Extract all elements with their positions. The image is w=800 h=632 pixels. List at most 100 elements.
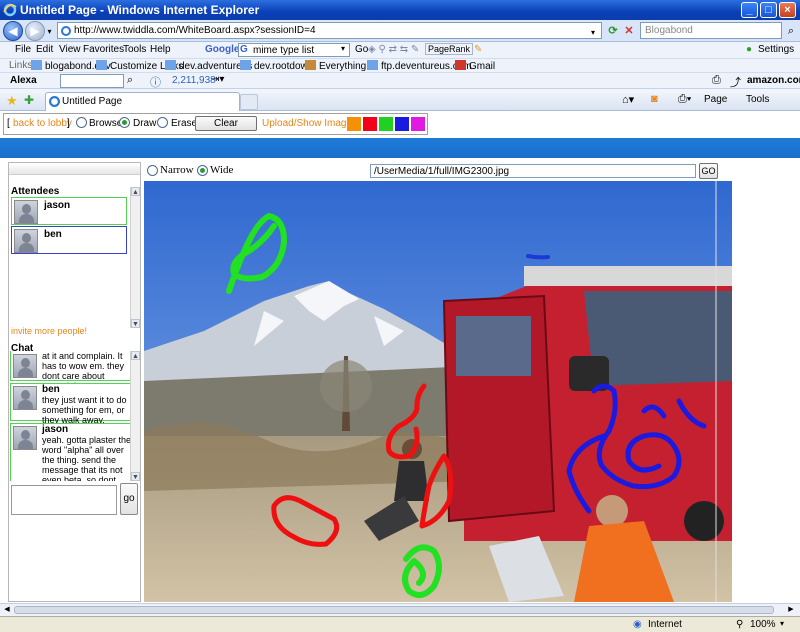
share-icon[interactable]: ⤴ (730, 74, 741, 90)
link-dev-rootdown[interactable]: dev.rootdown (240, 60, 313, 72)
scroll-right-icon[interactable]: ▶ (786, 605, 796, 615)
alexa-search-icon[interactable]: ⌕ (127, 74, 133, 87)
search-box[interactable]: Blogabond (640, 22, 782, 39)
scroll-left-icon[interactable]: ◀ (2, 605, 12, 615)
alexa-search-input[interactable] (60, 74, 124, 88)
address-bar[interactable]: http://www.twiddla.com/WhiteBoard.aspx?s… (57, 22, 602, 39)
menu-favorites[interactable]: Favorites (83, 44, 124, 55)
mode-browse-label: Browse (89, 118, 123, 129)
back-to-lobby-link[interactable]: back to lobby (13, 118, 72, 129)
printer-icon[interactable]: ⎙ (712, 74, 721, 87)
scroll-down-icon[interactable]: ▼ (131, 472, 140, 481)
scroll-up-icon[interactable]: ▲ (131, 187, 140, 196)
link-page-icon (31, 60, 42, 70)
chat-send-button[interactable]: go (120, 483, 138, 515)
link-everything[interactable]: Everything!!! (305, 60, 375, 72)
chat-message-body: jason yeah. gotta plaster the word "alph… (13, 425, 133, 482)
zoom-icon[interactable]: ⚲ (736, 619, 743, 630)
new-tab-button[interactable] (240, 94, 258, 110)
tab-untitled-page[interactable]: Untitled Page (45, 92, 240, 111)
scroll-thumb[interactable] (14, 606, 774, 614)
link-page-icon (305, 60, 316, 70)
recent-pages-dropdown-icon[interactable]: ▾ (45, 25, 54, 39)
google-go-button[interactable]: Go (355, 44, 368, 55)
google-search-input[interactable]: G mime type list (238, 43, 350, 57)
color-swatch[interactable] (379, 117, 393, 131)
menu-view[interactable]: View (59, 44, 81, 55)
google-logo: Google (205, 44, 240, 55)
menu-help[interactable]: Help (150, 44, 171, 55)
address-dropdown-icon[interactable]: ▾ (588, 26, 598, 40)
forward-button[interactable]: ▶ (25, 21, 45, 41)
link-gmail[interactable]: Gmail (455, 60, 495, 72)
whiteboard-canvas[interactable] (144, 181, 732, 602)
photo-with-drawings[interactable] (144, 181, 732, 602)
links-bar: Links blogabond.dev Customize Links dev.… (0, 59, 800, 73)
highlight-icon[interactable]: ✎ (474, 44, 482, 55)
close-window-button[interactable]: × (779, 2, 796, 18)
attendees-title: Attendees (11, 186, 60, 197)
menu-file[interactable]: File (15, 44, 31, 55)
invite-link[interactable]: invite more people! (11, 326, 87, 336)
gmail-icon (455, 60, 466, 70)
feeds-icon[interactable]: ◙ (651, 93, 658, 105)
mode-draw-radio[interactable] (119, 117, 130, 128)
image-go-button[interactable]: GO (699, 163, 718, 179)
print-icon[interactable]: ⎙▾ (678, 93, 691, 106)
chat-author: ben (42, 384, 60, 395)
settings-button[interactable]: Settings (758, 44, 794, 55)
settings-icon[interactable]: ● (746, 44, 752, 55)
clear-button[interactable]: Clear (195, 116, 257, 131)
alexa-info-icon[interactable]: ⓘ (150, 74, 161, 90)
page-menu[interactable]: Page (704, 94, 727, 105)
chat-message-body: ben they just want it to do something fo… (42, 384, 134, 426)
color-swatch[interactable] (347, 117, 361, 131)
search-placeholder: Blogabond (645, 25, 693, 36)
chat-input[interactable] (11, 485, 117, 515)
avatar (13, 354, 37, 378)
link-page-icon (96, 60, 107, 70)
scroll-down-icon[interactable]: ▼ (131, 319, 140, 328)
pagerank-button[interactable]: PageRank (425, 43, 474, 55)
maximize-button[interactable]: □ (760, 2, 777, 18)
google-dropdown-icon[interactable]: ▾ (341, 44, 345, 53)
van-wheel (684, 501, 724, 541)
add-favorites-icon[interactable]: ✚ (24, 93, 34, 107)
size-narrow-radio[interactable] (147, 165, 158, 176)
attendees-scrollbar[interactable]: ▲ ▼ (130, 187, 140, 328)
attendee-jason[interactable]: jason (11, 197, 127, 225)
minimize-button[interactable]: _ (741, 2, 758, 18)
alexa-rank[interactable]: 2,211,938 (172, 75, 216, 86)
chat-scrollbar[interactable]: ▲ ▼ (130, 351, 140, 481)
alexa-redirect-icon[interactable]: ⇥▾ (211, 74, 224, 85)
amazon-link[interactable]: amazon.com (747, 75, 800, 86)
color-swatch[interactable] (395, 117, 409, 131)
size-wide-radio[interactable] (197, 165, 208, 176)
home-icon[interactable]: ⌂▾ (622, 93, 634, 106)
back-button[interactable]: ◀ (3, 21, 23, 41)
menu-tools[interactable]: Tools (123, 44, 146, 55)
tools-menu[interactable]: Tools (746, 94, 769, 105)
scroll-up-icon[interactable]: ▲ (131, 351, 140, 360)
favorites-star-icon[interactable]: ★ (6, 93, 18, 109)
color-swatch[interactable] (411, 117, 425, 131)
avatar (14, 200, 38, 224)
tree-crown (320, 360, 372, 412)
ie-logo-icon (3, 3, 17, 17)
color-swatch[interactable] (363, 117, 377, 131)
horizontal-scrollbar[interactable]: ◀ ▶ (0, 603, 800, 616)
refresh-icon[interactable]: ⟳ (606, 24, 620, 38)
mode-browse-radio[interactable] (76, 117, 87, 128)
zoom-dropdown-icon[interactable]: ▾ (780, 619, 784, 628)
address-row: ◀ ▶ ▾ http://www.twiddla.com/WhiteBoard.… (0, 20, 800, 42)
mode-erase-radio[interactable] (157, 117, 168, 128)
stop-icon[interactable]: ✕ (622, 24, 636, 38)
menu-edit[interactable]: Edit (36, 44, 53, 55)
google-tools-icons[interactable]: ◈ ⚲ ⇄ ⇆ ✎ (368, 44, 419, 55)
zoom-level[interactable]: 100% (750, 619, 776, 630)
upload-images-link[interactable]: Upload/Show Images (262, 118, 357, 129)
search-icon[interactable]: ⌕ (784, 24, 798, 38)
chat-log: average people looks at it and complain.… (9, 351, 140, 481)
attendee-ben[interactable]: ben (11, 226, 127, 254)
image-url-input[interactable]: /UserMedia/1/full/IMG2300.jpg (370, 164, 696, 178)
